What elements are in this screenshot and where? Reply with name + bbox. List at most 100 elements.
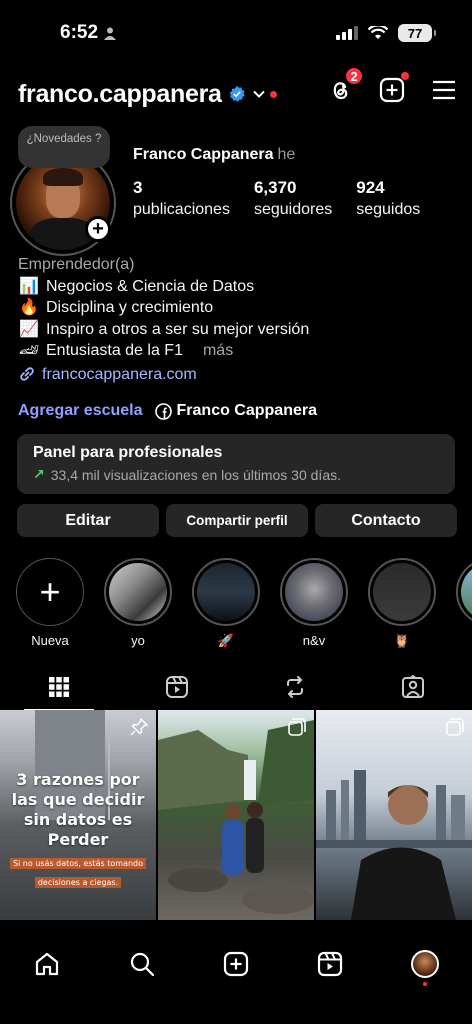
verified-badge-icon xyxy=(229,85,245,102)
highlight-cover xyxy=(109,563,167,621)
status-time-wrap: 6:52 xyxy=(60,22,117,44)
facebook-icon xyxy=(154,402,172,420)
profile-notification-dot xyxy=(422,982,427,986)
post-scene-shapes xyxy=(316,770,472,920)
profile-avatar-icon xyxy=(410,950,439,978)
highlight-label: Nueva xyxy=(31,633,69,648)
highlight-new[interactable]: + Nueva xyxy=(16,558,84,658)
create-notification-dot xyxy=(401,72,409,80)
highlight-ring xyxy=(368,558,436,626)
chevron-down-icon[interactable] xyxy=(252,87,266,101)
add-story-plus-icon[interactable]: + xyxy=(85,216,111,242)
post-headline: 3 razones por las que decidir sin datos … xyxy=(11,770,145,849)
nav-search[interactable] xyxy=(122,944,162,984)
profile-tabs xyxy=(0,664,472,710)
nav-profile[interactable] xyxy=(405,944,445,986)
post-subline: Si no usás datos, estás tomando xyxy=(9,858,147,869)
status-indicators: 77 xyxy=(336,24,436,42)
highlight-item[interactable]: n&v xyxy=(280,558,348,658)
highlight-ring: + xyxy=(16,558,84,626)
highlight-item[interactable]: 🦉 xyxy=(368,558,436,658)
bio-text: Entusiasta de la F1 xyxy=(46,342,183,359)
highlight-label xyxy=(456,633,472,649)
dashboard-subtitle: 33,4 mil visualizaciones en los últimos … xyxy=(50,466,341,483)
highlight-ring xyxy=(104,558,172,626)
stat-following[interactable]: 924 seguidos xyxy=(356,178,420,219)
post-thumbnail[interactable] xyxy=(316,710,472,920)
post-thumbnail[interactable] xyxy=(158,710,314,920)
username[interactable]: franco.cappanera xyxy=(18,80,222,109)
bio-more-link[interactable]: más xyxy=(203,340,233,362)
contact-button[interactable]: Contacto xyxy=(315,504,457,537)
status-time: 6:52 xyxy=(60,22,99,43)
share-profile-button[interactable]: Compartir perfil xyxy=(166,504,308,537)
post-thumbnail[interactable]: 3 razones por las que decidir sin datos … xyxy=(0,710,156,920)
highlight-ring xyxy=(456,558,472,626)
trend-up-icon: ↗ xyxy=(33,466,45,482)
profile-action-buttons: Editar Compartir perfil Contacto xyxy=(17,504,457,537)
stat-number: 924 xyxy=(356,178,385,197)
stat-label: publicaciones xyxy=(133,201,230,218)
multi-post-icon xyxy=(446,718,464,736)
dashboard-title: Panel para profesionales xyxy=(33,444,223,461)
bio-text: Negocios & Ciencia de Datos xyxy=(46,277,255,295)
grid-icon xyxy=(49,677,69,697)
create-button[interactable] xyxy=(378,72,409,104)
post-subline: decisiones a ciegas. xyxy=(34,877,122,888)
avatar-hair xyxy=(43,168,83,186)
repost-icon xyxy=(287,676,303,698)
bottom-navigation xyxy=(0,934,472,994)
stat-posts[interactable]: 3 publicaciones xyxy=(133,178,230,219)
header-actions: 2 xyxy=(326,66,458,104)
stat-followers[interactable]: 6,370 seguidores xyxy=(254,178,332,219)
edit-profile-button[interactable]: Editar xyxy=(17,504,159,537)
battery-icon: 77 xyxy=(398,24,436,42)
highlight-cover xyxy=(461,563,472,621)
profile-stats: 3 publicaciones 6,370 seguidores 924 seg… xyxy=(133,178,444,219)
display-name: Franco Cappanera xyxy=(133,146,274,163)
profile-header: franco.cappanera 2 xyxy=(18,66,458,112)
facebook-name: Franco Cappanera xyxy=(176,402,317,419)
link-icon xyxy=(20,367,34,381)
nav-reels[interactable] xyxy=(310,944,350,984)
facebook-link[interactable]: Franco Cappanera xyxy=(154,402,317,420)
story-highlights: + Nueva yo 🚀 n&v 🦉 xyxy=(16,558,472,658)
professional-dashboard[interactable]: Panel para profesionales ↗ 33,4 mil visu… xyxy=(17,434,455,494)
highlight-label: 🦉 xyxy=(393,633,411,648)
highlight-item[interactable]: 🚀 xyxy=(192,558,260,658)
add-square-icon xyxy=(223,951,249,977)
home-icon xyxy=(36,952,59,976)
stat-number: 3 xyxy=(133,178,143,197)
category-label: Emprendedor(a) xyxy=(18,256,135,273)
threads-button[interactable]: 2 xyxy=(326,66,364,104)
tab-tagged[interactable] xyxy=(354,664,472,710)
account-notification-dot xyxy=(269,90,277,98)
highlight-item[interactable] xyxy=(456,558,472,658)
bio: Emprendedor(a) 📊 Negocios & Ciencia de Da… xyxy=(18,254,458,385)
tab-posts-grid[interactable] xyxy=(0,664,118,710)
bio-line: 🔥 Disciplina y crecimiento xyxy=(18,297,458,319)
tab-reposts[interactable] xyxy=(236,664,354,710)
signal-icon xyxy=(336,26,358,40)
highlight-item[interactable]: yo xyxy=(104,558,172,658)
highlight-label: n&v xyxy=(302,633,326,648)
nav-create[interactable] xyxy=(216,944,256,984)
website-link[interactable]: francocappanera.com xyxy=(18,364,458,386)
notes-bubble[interactable]: ¿Novedades ? xyxy=(18,126,110,168)
post-scene-shapes xyxy=(158,720,314,914)
add-school-link[interactable]: Agregar escuela xyxy=(18,402,143,420)
search-icon xyxy=(130,952,154,977)
bio-line: 📈 Inspiro a otros a ser su mejor versión xyxy=(18,319,458,341)
tab-reels[interactable] xyxy=(118,664,236,710)
stat-number: 6,370 xyxy=(253,178,297,197)
display-name-row: Franco Cappanera he xyxy=(133,146,295,164)
multi-post-icon xyxy=(288,718,306,736)
nav-home[interactable] xyxy=(27,944,67,984)
racecar-emoji-icon: 🏎 xyxy=(18,342,40,359)
fire-emoji-icon: 🔥 xyxy=(19,299,39,316)
menu-button[interactable] xyxy=(430,76,458,104)
reels-icon xyxy=(318,951,343,977)
highlight-cover xyxy=(373,563,431,621)
status-bar: 6:52 77 xyxy=(0,0,472,70)
bio-line: 🏎 Entusiasta de la F1 más xyxy=(18,340,458,362)
